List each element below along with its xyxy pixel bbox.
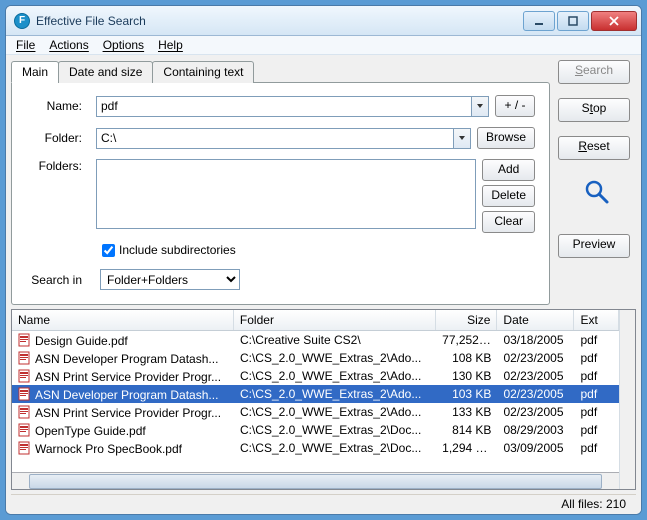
results-body[interactable]: Design Guide.pdfC:\Creative Suite CS2\77…	[12, 331, 619, 472]
table-row[interactable]: ASN Developer Program Datash...C:\CS_2.0…	[12, 385, 619, 403]
col-date[interactable]: Date	[497, 310, 574, 330]
search-button[interactable]: Search	[558, 60, 630, 84]
status-bar: All files: 210	[11, 494, 636, 514]
folders-list[interactable]	[96, 159, 476, 229]
menu-actions[interactable]: Actions	[49, 38, 88, 52]
chevron-down-icon[interactable]	[453, 128, 471, 149]
minimize-button[interactable]	[523, 11, 555, 31]
folders-label: Folders:	[26, 159, 90, 173]
add-button[interactable]: Add	[482, 159, 535, 181]
table-row[interactable]: ASN Print Service Provider Progr...C:\CS…	[12, 367, 619, 385]
app-icon: F	[14, 13, 30, 29]
reset-button[interactable]: Reset	[558, 136, 630, 160]
tab-containing-text[interactable]: Containing text	[152, 61, 254, 83]
folder-combo[interactable]	[96, 128, 471, 149]
folder-label: Folder:	[26, 131, 90, 145]
col-name[interactable]: Name	[12, 310, 234, 330]
include-subdirectories-checkbox[interactable]	[102, 244, 115, 257]
menu-file[interactable]: File	[16, 38, 35, 52]
table-row[interactable]: ASN Print Service Provider Progr...C:\CS…	[12, 403, 619, 421]
table-row[interactable]: Design Guide.pdfC:\Creative Suite CS2\77…	[12, 331, 619, 349]
titlebar[interactable]: F Effective File Search	[6, 6, 641, 36]
stop-button[interactable]: Stop	[558, 98, 630, 122]
searchin-select[interactable]: Folder+Folders	[100, 269, 240, 290]
tab-strip: Main Date and size Containing text	[11, 61, 550, 83]
tab-date-and-size[interactable]: Date and size	[58, 61, 153, 83]
name-label: Name:	[26, 99, 90, 113]
name-input[interactable]	[96, 96, 471, 117]
clear-button[interactable]: Clear	[482, 211, 535, 233]
plus-minus-button[interactable]: + / -	[495, 95, 535, 117]
maximize-button[interactable]	[557, 11, 589, 31]
horizontal-scrollbar[interactable]	[12, 472, 619, 489]
col-size[interactable]: Size	[436, 310, 497, 330]
results-header: Name Folder Size Date Ext	[12, 310, 619, 331]
folder-input[interactable]	[96, 128, 453, 149]
delete-button[interactable]: Delete	[482, 185, 535, 207]
preview-button[interactable]: Preview	[558, 234, 630, 258]
tab-main[interactable]: Main	[11, 61, 59, 83]
menu-help[interactable]: Help	[158, 38, 183, 52]
col-folder[interactable]: Folder	[234, 310, 436, 330]
menu-options[interactable]: Options	[103, 38, 144, 52]
window-title: Effective File Search	[36, 14, 523, 28]
tab-body-main: Name: + / - Folder: Browse	[11, 82, 550, 305]
vertical-scrollbar[interactable]	[619, 310, 635, 489]
results-pane: Name Folder Size Date Ext Design Guide.p…	[11, 309, 636, 490]
col-ext[interactable]: Ext	[574, 310, 619, 330]
browse-button[interactable]: Browse	[477, 127, 535, 149]
menubar: File Actions Options Help	[6, 36, 641, 55]
chevron-down-icon[interactable]	[471, 96, 489, 117]
close-button[interactable]	[591, 11, 637, 31]
table-row[interactable]: ASN Developer Program Datash...C:\CS_2.0…	[12, 349, 619, 367]
magnifier-icon	[583, 178, 611, 206]
searchin-label: Search in	[26, 273, 90, 287]
app-window: F Effective File Search File Actions Opt…	[5, 5, 642, 515]
name-combo[interactable]	[96, 96, 489, 117]
include-subdirectories-label: Include subdirectories	[119, 243, 236, 257]
table-row[interactable]: Warnock Pro SpecBook.pdfC:\CS_2.0_WWE_Ex…	[12, 439, 619, 457]
table-row[interactable]: OpenType Guide.pdfC:\CS_2.0_WWE_Extras_2…	[12, 421, 619, 439]
